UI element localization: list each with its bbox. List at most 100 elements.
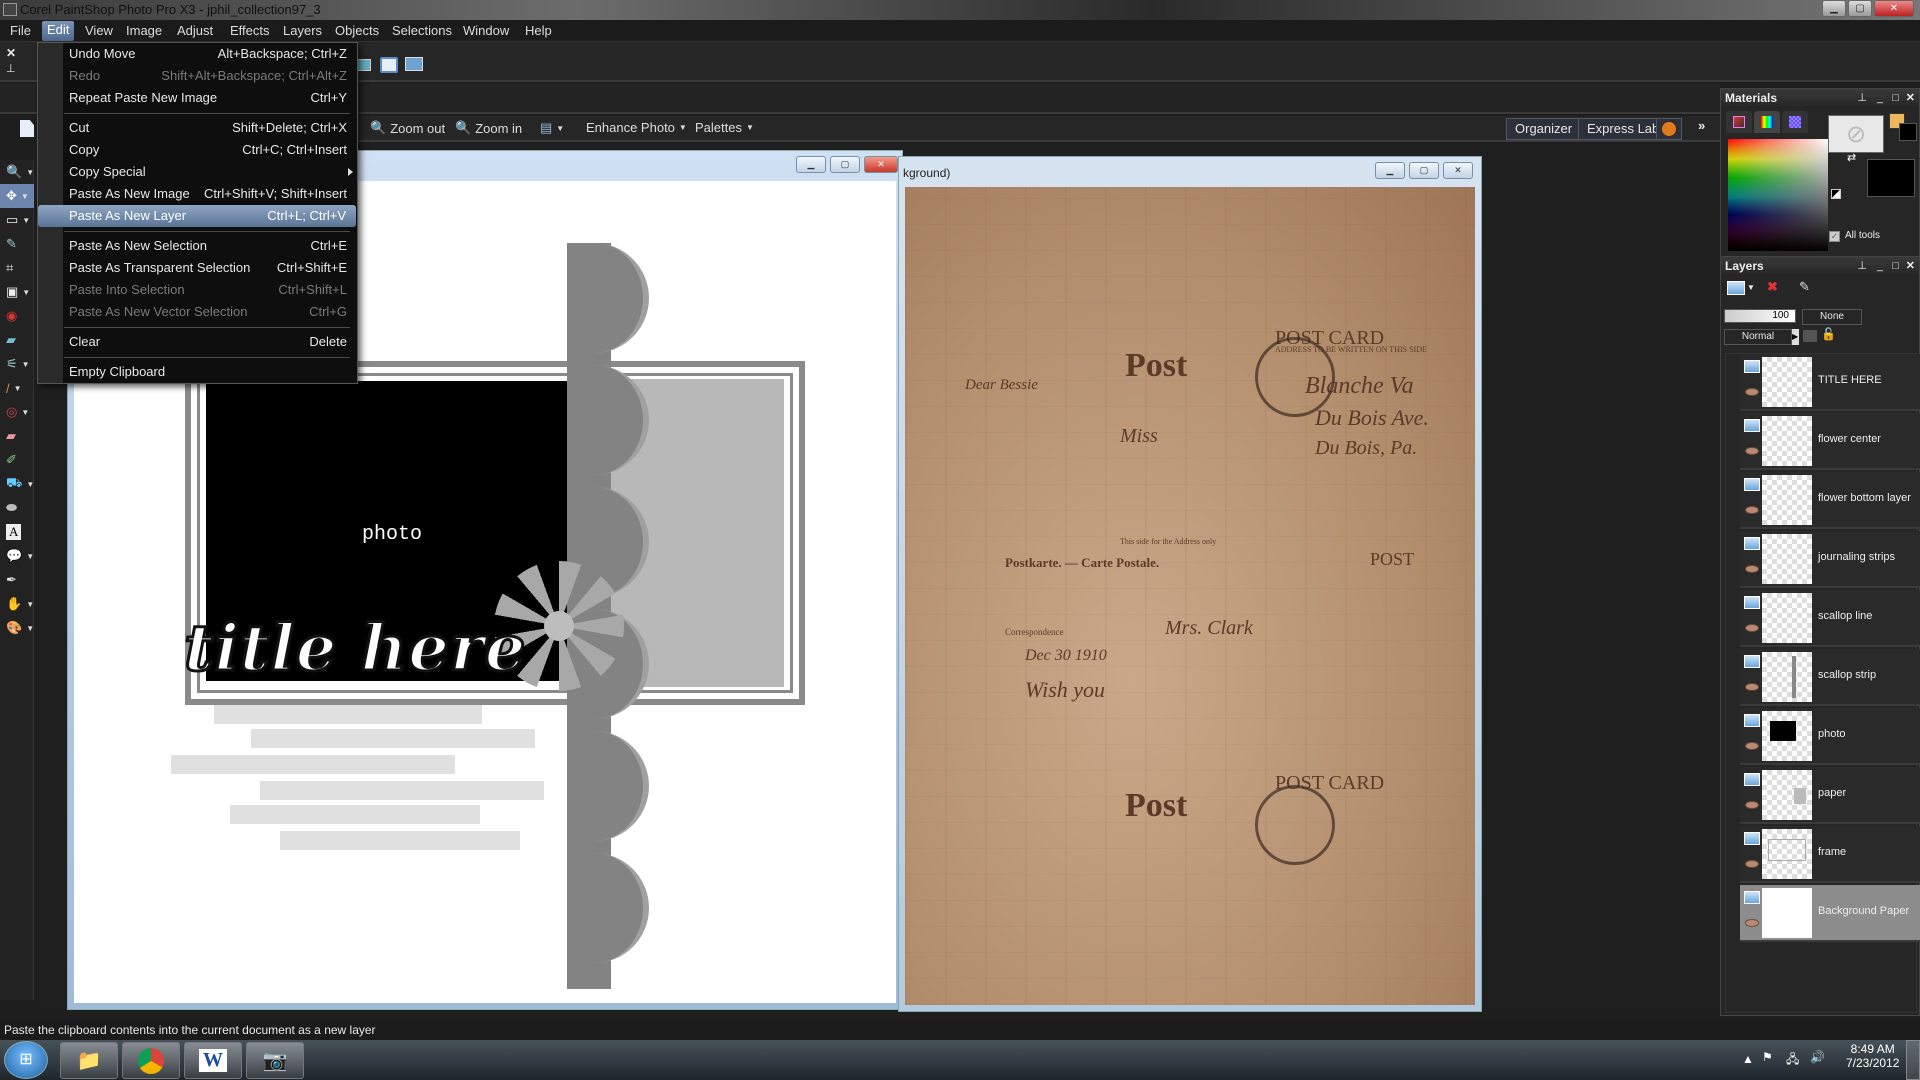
show-hidden-icons[interactable]: ▲: [1742, 1052, 1754, 1066]
layer-row[interactable]: flower bottom layer: [1740, 472, 1920, 529]
link-set-field[interactable]: None: [1802, 309, 1862, 325]
art-media-tool[interactable]: 🎨 ▼: [0, 616, 34, 640]
makeover-tool[interactable]: ▰: [0, 328, 34, 352]
menu-item-paste-as-transparent-selection[interactable]: Paste As Transparent Selection Ctrl+Shift…: [38, 257, 357, 279]
taskbar-app-explorer[interactable]: 📁: [60, 1042, 118, 1079]
menu-item-empty-clipboard[interactable]: Empty Clipboard: [38, 361, 357, 383]
visibility-eye-icon[interactable]: [1745, 624, 1759, 632]
visibility-eye-icon[interactable]: [1745, 506, 1759, 514]
layer-row[interactable]: flower center: [1740, 413, 1920, 470]
delete-layer-icon[interactable]: ✖: [1767, 279, 1778, 295]
dodge-tool[interactable]: ◎ ▼: [0, 400, 34, 424]
network-icon[interactable]: 🖧: [1786, 1050, 1799, 1071]
dropper-tool[interactable]: ✎: [0, 232, 34, 256]
minimize-button[interactable]: ▁: [1822, 0, 1846, 17]
new-document-icon[interactable]: [20, 120, 34, 137]
doc-minimize-button[interactable]: ▁: [796, 156, 826, 173]
blend-mode-select[interactable]: Normal: [1724, 329, 1792, 345]
menu-item-clear[interactable]: Clear Delete: [38, 331, 357, 353]
volume-icon[interactable]: 🔊: [1810, 1050, 1825, 1064]
background-color-swatch[interactable]: [1899, 123, 1917, 141]
minimize-icon[interactable]: _: [1877, 89, 1883, 107]
doc-maximize-button[interactable]: ▢: [830, 156, 860, 173]
menu-item-copy[interactable]: Copy Ctrl+C; Ctrl+Insert: [38, 139, 357, 161]
background-material-swatch[interactable]: [1867, 159, 1915, 197]
crop-tool[interactable]: ⌗: [0, 256, 34, 280]
doc-maximize-button[interactable]: ▢: [1409, 162, 1439, 179]
menu-item-cut[interactable]: Cut Shift+Delete; Ctrl+X: [38, 117, 357, 139]
tab-swatches[interactable]: [1782, 111, 1808, 133]
smudge-tool[interactable]: ✋ ▼: [0, 592, 34, 616]
minimize-icon[interactable]: _: [1877, 257, 1883, 275]
red-eye-tool[interactable]: ◉: [0, 304, 34, 328]
menu-file[interactable]: File: [5, 23, 36, 38]
reset-colors-icon[interactable]: [1831, 189, 1841, 199]
color-replacer-tool[interactable]: ✐: [0, 448, 34, 472]
close-toolbar-icon[interactable]: ✕: [6, 46, 16, 60]
menu-view[interactable]: View: [80, 23, 118, 38]
layer-row[interactable]: scallop line: [1740, 590, 1920, 647]
tab-frame-swatch[interactable]: [1726, 111, 1752, 133]
pin-icon[interactable]: ⊥: [1857, 257, 1867, 275]
chevron-down-icon[interactable]: ▼: [1747, 283, 1755, 292]
zoom-out-button[interactable]: 🔍 Zoom out: [370, 120, 445, 136]
maximize-button[interactable]: ▢: [1848, 0, 1872, 17]
menu-selections[interactable]: Selections: [387, 23, 457, 38]
clone-tool[interactable]: ⚟ ▼: [0, 352, 34, 376]
doc-close-button[interactable]: ✕: [1443, 162, 1473, 179]
swap-colors-icon[interactable]: ⇄: [1847, 151, 1856, 164]
visibility-eye-icon[interactable]: [1745, 683, 1759, 691]
opacity-field[interactable]: 100: [1724, 309, 1796, 323]
menu-edit[interactable]: Edit: [42, 21, 75, 41]
tab-rainbow[interactable]: [1754, 111, 1780, 133]
lock-group-icon[interactable]: [1803, 330, 1817, 342]
flood-fill-tool[interactable]: ⛟ ▼: [0, 472, 34, 496]
text-tool[interactable]: A: [0, 520, 34, 544]
layer-row[interactable]: photo: [1740, 708, 1920, 765]
visibility-eye-icon[interactable]: [1745, 565, 1759, 573]
object-remover-tool[interactable]: ⬬: [0, 496, 34, 520]
eraser-tool[interactable]: ▰: [0, 424, 34, 448]
mask-brush-icon[interactable]: ✎: [1799, 279, 1810, 295]
maximize-icon[interactable]: □: [1892, 257, 1899, 275]
move-tool[interactable]: ✥ ▼: [0, 184, 34, 208]
selection-tool[interactable]: ▭ ▼: [0, 208, 34, 232]
zoom-tool[interactable]: 🔍 ▼: [0, 160, 34, 184]
show-desktop-button[interactable]: [1906, 1040, 1920, 1080]
visibility-eye-icon[interactable]: [1745, 919, 1759, 927]
menu-adjust[interactable]: Adjust: [172, 23, 218, 38]
menu-item-paste-as-new-selection[interactable]: Paste As New Selection Ctrl+E: [38, 235, 357, 257]
taskbar-app-chrome[interactable]: [122, 1042, 180, 1079]
menu-layers[interactable]: Layers: [278, 23, 327, 38]
visibility-eye-icon[interactable]: [1745, 447, 1759, 455]
taskbar-app-word[interactable]: W: [184, 1042, 242, 1079]
close-icon[interactable]: ✕: [1906, 257, 1915, 275]
preset-shape-tool[interactable]: 💬 ▼: [0, 544, 34, 568]
menu-help[interactable]: Help: [520, 23, 557, 38]
doc-minimize-button[interactable]: ▁: [1375, 162, 1405, 179]
organizer-button[interactable]: Organizer: [1506, 118, 1582, 140]
express-lab-button[interactable]: Express Lab: [1578, 118, 1669, 140]
palettes-menu[interactable]: Palettes ▼: [695, 120, 754, 135]
menu-item-undo-move[interactable]: Undo Move Alt+Backspace; Ctrl+Z: [38, 43, 357, 65]
new-layer-icon[interactable]: [1727, 281, 1745, 295]
doc-close-button[interactable]: ✕: [864, 156, 898, 173]
close-button[interactable]: ✕: [1874, 0, 1914, 17]
menu-effects[interactable]: Effects: [225, 23, 275, 38]
color-spectrum[interactable]: [1728, 139, 1828, 251]
menu-image[interactable]: Image: [121, 23, 167, 38]
visibility-eye-icon[interactable]: [1745, 801, 1759, 809]
overflow-chevron[interactable]: »: [1698, 118, 1705, 133]
menu-objects[interactable]: Objects: [330, 23, 384, 38]
action-center-flag-icon[interactable]: ⚑: [1762, 1050, 1773, 1064]
pin-icon[interactable]: ⊥: [6, 62, 16, 75]
menu-item-paste-as-new-image[interactable]: Paste As New Image Ctrl+Shift+V; Shift+In…: [38, 183, 357, 205]
layer-row[interactable]: paper: [1740, 767, 1920, 824]
visibility-eye-icon[interactable]: [1745, 388, 1759, 396]
straighten-tool[interactable]: ▣ ▼: [0, 280, 34, 304]
paint-brush-tool[interactable]: / ▼: [0, 376, 34, 400]
pin-icon[interactable]: ⊥: [1857, 89, 1867, 107]
menu-item-paste-as-new-layer[interactable]: Paste As New Layer Ctrl+L; Ctrl+V: [38, 205, 356, 227]
pen-tool[interactable]: ✒: [0, 568, 34, 592]
visibility-eye-icon[interactable]: [1745, 742, 1759, 750]
